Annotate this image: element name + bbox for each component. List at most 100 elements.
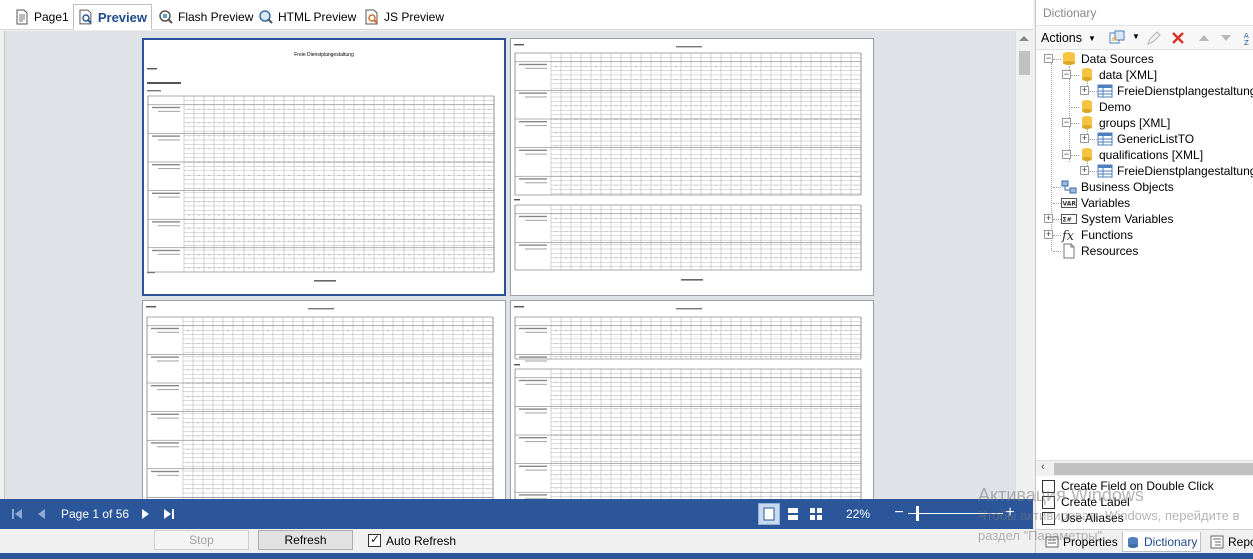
- tree-node[interactable]: VAR Variables: [1061, 195, 1130, 211]
- tree-node-label: groups [XML]: [1099, 116, 1171, 130]
- page-navigation-bar: Page 1 of 56 22% − +: [0, 499, 1033, 529]
- tree-horizontal-scrollbar[interactable]: ‹: [1036, 460, 1253, 476]
- dictionary-panel: Dictionary Actions ▼ ▼ AZ − Data Sources −…: [1035, 0, 1253, 553]
- tree-node-label: FreieDienstplangestaltungQu: [1117, 164, 1253, 178]
- page-content-grid: [146, 306, 494, 499]
- tree-node[interactable]: data [XML]: [1079, 67, 1157, 83]
- tree-node-label: Resources: [1081, 244, 1139, 258]
- chevron-down-icon: ▼: [1088, 33, 1096, 43]
- preview-vertical-scrollbar[interactable]: [1015, 31, 1032, 499]
- table-icon: [1097, 163, 1113, 179]
- preview-icon: [79, 9, 92, 25]
- tab-label: HTML Preview: [278, 10, 357, 24]
- tree-node[interactable]: FreieDienstplangestaltungQu: [1097, 163, 1253, 179]
- scroll-thumb[interactable]: [1054, 463, 1253, 475]
- tree-node-label: GenericListTO: [1117, 132, 1195, 146]
- zoom-slider-thumb[interactable]: [916, 506, 919, 521]
- report-tree-icon: [1210, 535, 1224, 549]
- move-up-icon[interactable]: [1196, 30, 1212, 46]
- actions-dropdown[interactable]: Actions ▼: [1041, 29, 1096, 47]
- windows-activation-watermark-title: Активация Windows: [978, 485, 1144, 505]
- tab-flash-preview[interactable]: Flash Preview: [154, 5, 257, 29]
- tree-node[interactable]: fx Functions: [1061, 227, 1134, 244]
- previous-page-icon[interactable]: [34, 506, 50, 522]
- multiple-pages-view-button[interactable]: [805, 503, 827, 525]
- sort-icon[interactable]: AZ: [1241, 30, 1253, 46]
- tree-expander[interactable]: +: [1044, 214, 1053, 223]
- tree-expander[interactable]: +: [1080, 86, 1089, 95]
- chevron-down-icon[interactable]: ▼: [1132, 32, 1140, 41]
- refresh-button[interactable]: Refresh: [258, 530, 353, 550]
- tab-html-preview[interactable]: HTML Preview: [254, 5, 360, 29]
- auto-refresh-checkbox[interactable]: [368, 532, 381, 547]
- tab-label: Page1: [34, 10, 69, 24]
- scroll-thumb[interactable]: [1019, 51, 1030, 75]
- tree-expander[interactable]: +: [1080, 134, 1089, 143]
- first-page-icon[interactable]: [9, 506, 25, 522]
- tree-node[interactable]: Data Sources: [1061, 51, 1154, 67]
- tree-expander[interactable]: +: [1080, 166, 1089, 175]
- tree-node[interactable]: qualifications [XML]: [1079, 147, 1203, 163]
- tree-node[interactable]: Demo: [1079, 99, 1131, 115]
- continuous-pages-icon: [788, 508, 798, 520]
- tree-node[interactable]: FreieDienstplangestaltungTO: [1097, 83, 1253, 99]
- tree-node-label: System Variables: [1081, 212, 1174, 226]
- resources-icon: [1061, 243, 1077, 259]
- tree-expander[interactable]: −: [1044, 54, 1053, 63]
- single-page-icon: [763, 507, 775, 521]
- data-sources-icon: [1061, 51, 1077, 67]
- auto-refresh-label: Auto Refresh: [386, 534, 457, 548]
- tree-node[interactable]: Resources: [1061, 243, 1138, 259]
- tab-label: Repo: [1228, 535, 1253, 549]
- variables-icon: VAR: [1061, 195, 1077, 211]
- database-icon: [1079, 115, 1095, 131]
- multiple-pages-icon: [810, 508, 822, 520]
- tree-node[interactable]: GenericListTO: [1097, 131, 1194, 147]
- preview-tab-strip: Page1 Preview Flash Preview HTML Preview…: [0, 0, 1033, 30]
- report-page-2[interactable]: [510, 38, 874, 296]
- tree-expander[interactable]: −: [1062, 70, 1071, 79]
- edit-icon[interactable]: [1146, 30, 1162, 46]
- tree-node-label: data [XML]: [1099, 68, 1158, 82]
- new-item-icon[interactable]: [1109, 30, 1125, 46]
- tree-node-label: qualifications [XML]: [1099, 148, 1204, 162]
- html-preview-icon: [259, 10, 273, 24]
- move-down-icon[interactable]: [1218, 30, 1234, 46]
- tree-expander[interactable]: −: [1062, 118, 1071, 127]
- page-content-grid: [514, 306, 862, 499]
- tab-preview[interactable]: Preview: [73, 4, 152, 30]
- tree-expander[interactable]: +: [1044, 230, 1053, 239]
- page-icon: [16, 9, 28, 25]
- dictionary-toolbar: Actions ▼ ▼ AZ: [1036, 26, 1253, 50]
- stop-button[interactable]: Stop: [154, 530, 249, 550]
- scroll-left-icon[interactable]: ‹: [1041, 461, 1045, 473]
- table-icon: [1097, 131, 1113, 147]
- tree-node[interactable]: Business Objects: [1061, 179, 1174, 195]
- scroll-up-icon[interactable]: [1019, 36, 1029, 41]
- continuous-view-button[interactable]: [782, 503, 804, 525]
- tree-node[interactable]: Σ# System Variables: [1061, 211, 1173, 227]
- js-preview-icon: [365, 9, 378, 25]
- tab-dictionary[interactable]: Dictionary: [1122, 532, 1202, 552]
- zoom-out-button[interactable]: −: [893, 503, 905, 523]
- report-page-1[interactable]: Freie Dienstplangestaltung: [142, 38, 506, 296]
- next-page-icon[interactable]: [137, 506, 153, 522]
- page-indicator: Page 1 of 56: [61, 507, 130, 521]
- single-page-view-button[interactable]: [758, 503, 780, 525]
- tree-node-label: FreieDienstplangestaltungTO: [1117, 84, 1253, 98]
- tree-node[interactable]: groups [XML]: [1079, 115, 1170, 131]
- tab-label: Dictionary: [1144, 534, 1198, 549]
- delete-icon[interactable]: [1170, 30, 1186, 46]
- report-page-4[interactable]: [510, 300, 874, 499]
- tree-expander[interactable]: −: [1062, 150, 1071, 159]
- report-preview-area[interactable]: Freie Dienstplangestaltung: [4, 31, 1015, 499]
- tree-node-label: Functions: [1081, 228, 1134, 242]
- report-page-3[interactable]: [142, 300, 506, 499]
- tab-js-preview[interactable]: JS Preview: [360, 5, 448, 29]
- last-page-icon[interactable]: [161, 506, 177, 522]
- zoom-level: 22%: [846, 507, 871, 521]
- tab-page1[interactable]: Page1: [10, 5, 73, 29]
- windows-activation-watermark-text: раздел "Параметры".: [978, 528, 1106, 543]
- tree-node-label: Demo: [1099, 100, 1132, 114]
- tab-report-tree[interactable]: Repo: [1207, 532, 1253, 552]
